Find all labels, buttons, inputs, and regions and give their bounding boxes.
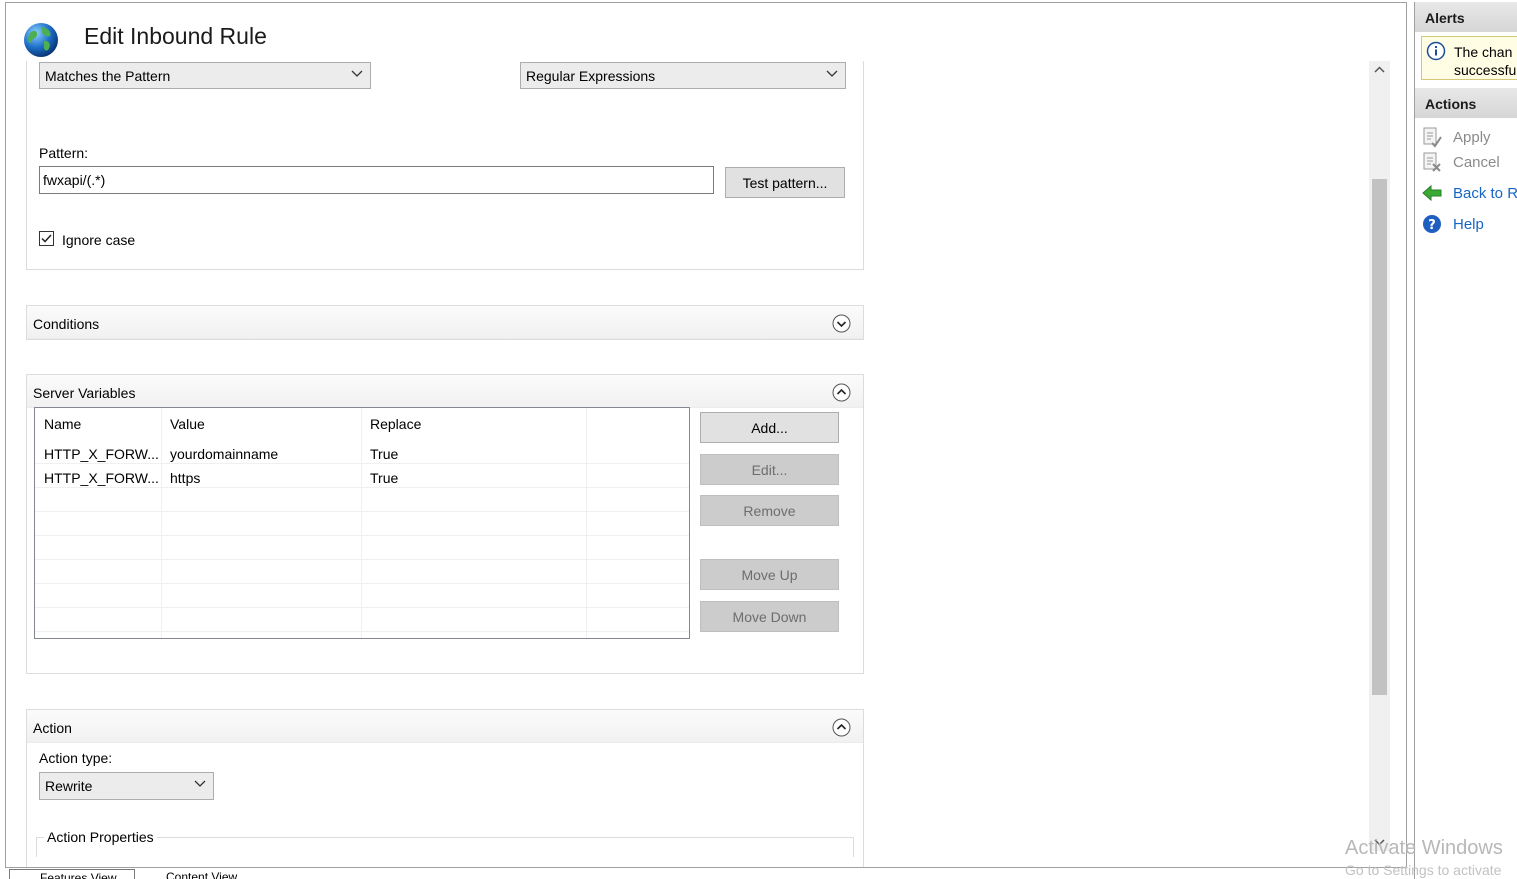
add-button[interactable]: Add... (700, 412, 839, 443)
ignore-case-label: Ignore case (62, 232, 136, 248)
server-variables-title: Server Variables (33, 385, 136, 401)
activation-watermark: Activate Windows (1345, 837, 1503, 859)
tab-content-view[interactable]: Content View (136, 869, 262, 879)
action-header[interactable]: Action (27, 710, 863, 743)
server-variables-grid[interactable]: Name Value Replace HTTP_X_FORW... yourdo… (34, 407, 690, 639)
apply-icon (1423, 127, 1442, 148)
cell-name: HTTP_X_FORW... (44, 470, 159, 486)
collapse-chevron-icon[interactable] (832, 383, 851, 402)
tab-features-view[interactable]: Features View (9, 869, 135, 879)
pattern-input[interactable]: fwxapi/(.*) (39, 166, 714, 194)
action-title: Action (33, 720, 72, 736)
globe-icon (24, 23, 58, 57)
apply-label: Apply (1453, 129, 1491, 146)
vertical-scrollbar[interactable] (1369, 61, 1390, 851)
cell-value: https (170, 470, 201, 486)
table-row[interactable]: HTTP_X_FORW... yourdomainname True (35, 440, 689, 464)
empty-row (35, 512, 689, 536)
remove-button[interactable]: Remove (700, 495, 839, 526)
expand-chevron-icon[interactable] (832, 314, 851, 333)
empty-row (35, 608, 689, 632)
svg-text:?: ? (1428, 218, 1436, 233)
collapse-chevron-icon[interactable] (832, 718, 851, 737)
action-properties-frame (36, 837, 854, 857)
conditions-group: Conditions (26, 305, 864, 340)
activation-watermark-subtext: Go to Settings to activate (1345, 862, 1502, 878)
alert-text-line1: The chan (1454, 44, 1513, 60)
table-row[interactable]: HTTP_X_FORW... https True (35, 464, 689, 488)
column-header-value[interactable]: Value (161, 408, 361, 432)
action-type-value: Rewrite (45, 778, 93, 794)
empty-row (35, 560, 689, 584)
cancel-icon (1423, 152, 1441, 172)
cell-replace: True (370, 470, 399, 486)
alerts-header: Alerts (1415, 2, 1517, 32)
alert-message: The chan successfu (1421, 36, 1517, 80)
cancel-label: Cancel (1453, 154, 1500, 171)
conditions-header[interactable]: Conditions (27, 306, 863, 339)
chevron-down-icon (194, 780, 206, 787)
info-icon (1426, 41, 1446, 61)
help-icon: ? (1423, 215, 1441, 233)
back-arrow-icon (1422, 184, 1442, 202)
empty-row (35, 536, 689, 560)
action-properties-label: Action Properties (44, 829, 157, 845)
actions-header: Actions (1415, 88, 1517, 118)
empty-row (35, 488, 689, 512)
action-type-dropdown[interactable]: Rewrite (39, 772, 214, 800)
main-panel: Edit Inbound Rule Matches the Pattern Re… (5, 2, 1407, 868)
cell-name: HTTP_X_FORW... (44, 446, 159, 462)
actions-pane: Alerts The chan successfu Actions Apply … (1414, 2, 1517, 879)
edit-button[interactable]: Edit... (700, 454, 839, 485)
cell-replace: True (370, 446, 399, 462)
ignore-case-checkbox[interactable] (39, 231, 54, 246)
alert-text-line2: successfu (1454, 62, 1517, 78)
action-type-label: Action type: (39, 750, 113, 766)
column-header-replace[interactable]: Replace (361, 408, 586, 432)
cell-value: yourdomainname (170, 446, 279, 462)
empty-row (35, 584, 689, 608)
move-up-button[interactable]: Move Up (700, 559, 839, 590)
checkmark-icon (41, 234, 52, 243)
help-label: Help (1453, 216, 1484, 233)
scroll-up-icon[interactable] (1369, 61, 1390, 79)
page-title: Edit Inbound Rule (84, 23, 267, 49)
test-pattern-button[interactable]: Test pattern... (725, 167, 845, 198)
column-header-name[interactable]: Name (35, 408, 161, 432)
pattern-label: Pattern: (39, 145, 89, 161)
back-to-rules-label: Back to Ru (1453, 185, 1517, 202)
conditions-title: Conditions (33, 316, 100, 332)
move-down-button[interactable]: Move Down (700, 601, 839, 632)
scrollbar-thumb[interactable] (1372, 179, 1387, 695)
grid-header-row: Name Value Replace (35, 408, 689, 438)
server-variables-header[interactable]: Server Variables (27, 375, 863, 408)
view-tabs: Features View Content View (5, 869, 605, 879)
